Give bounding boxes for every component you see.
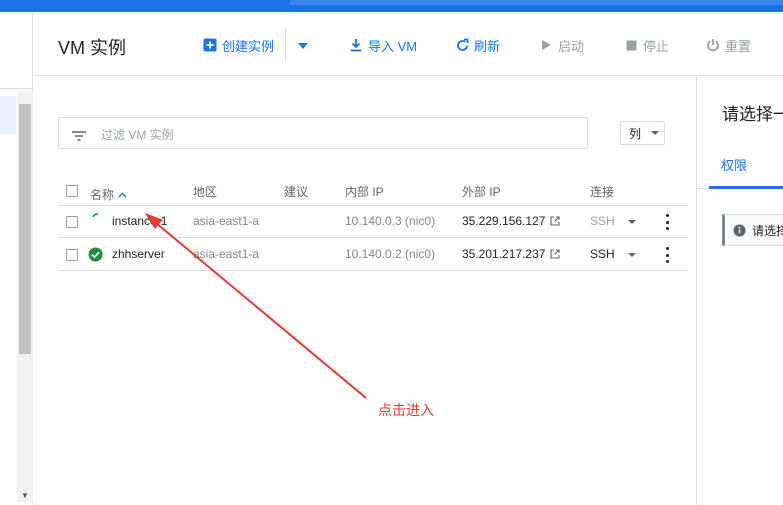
ssh-options-caret-down-icon[interactable] (628, 220, 636, 224)
caret-down-icon (297, 38, 309, 53)
page-header: VM 实例 创建实例 导入 VM 刷新 启动 停止 重置 (34, 12, 783, 76)
instance-external-ip-value: 35.229.156.127 (462, 214, 546, 228)
status-starting-icon (90, 211, 104, 230)
add-box-icon (202, 37, 218, 53)
info-message-text: 请选择 (752, 223, 783, 238)
instance-external-ip[interactable]: 35.201.217.237 (462, 247, 560, 261)
instances-list: 过滤 VM 实例 列 名称 地区 建议 内部 IP 外部 IP 连接 insta… (34, 77, 696, 505)
caret-down-icon (651, 131, 660, 135)
status-running-icon (88, 247, 103, 267)
more-vert-icon[interactable] (666, 247, 670, 263)
info-panel: 请选择一 权限 请选择 (696, 77, 783, 505)
ssh-options-caret-down-icon[interactable] (628, 253, 636, 257)
stop-label: 停止 (643, 38, 670, 54)
start-label: 启动 (558, 38, 585, 54)
annotation-label: 点击进入 (378, 402, 434, 418)
stop-icon (623, 37, 639, 53)
info-message: 请选择 (722, 214, 783, 246)
import-vm-label: 导入 VM (368, 38, 418, 54)
sort-up-icon (118, 192, 127, 198)
create-instance-button[interactable]: 创建实例 (202, 35, 274, 55)
reset-button[interactable]: 重置 (705, 35, 751, 55)
left-nav-scrollbar[interactable]: ▼ (17, 92, 33, 502)
columns-label: 列 (629, 126, 642, 141)
table-row[interactable]: instance-1 asia-east1-a 10.140.0.3 (nic0… (58, 206, 688, 238)
table-row[interactable]: zhhserver asia-east1-a 10.140.0.2 (nic0)… (58, 239, 688, 271)
ssh-button[interactable]: SSH (590, 247, 615, 261)
more-vert-icon[interactable] (666, 214, 670, 230)
power-icon (705, 37, 721, 53)
left-nav-panel: ▼ (0, 12, 33, 505)
instance-internal-ip: 10.140.0.3 (nic0) (345, 214, 436, 228)
instance-external-ip[interactable]: 35.229.156.127 (462, 214, 560, 228)
row-checkbox[interactable] (66, 216, 78, 228)
column-header-name-label: 名称 (90, 188, 115, 202)
left-nav-selected-item[interactable] (0, 96, 16, 134)
info-icon (733, 224, 746, 237)
reset-label: 重置 (725, 38, 752, 54)
filter-list-icon (72, 128, 86, 146)
instance-name-link[interactable]: instance-1 (112, 214, 167, 228)
tab-active-indicator (709, 186, 783, 189)
import-vm-button[interactable]: 导入 VM (348, 35, 417, 55)
stop-button[interactable]: 停止 (623, 35, 669, 55)
scrollbar-thumb[interactable] (19, 104, 31, 354)
info-panel-title: 请选择一 (722, 105, 783, 124)
instance-external-ip-value: 35.201.217.237 (462, 247, 546, 261)
open-in-new-icon[interactable] (550, 249, 560, 259)
create-instance-label: 创建实例 (222, 38, 275, 54)
refresh-icon (454, 37, 470, 53)
page-title: VM 实例 (58, 38, 127, 58)
ssh-button[interactable]: SSH (590, 214, 615, 228)
instance-zone: asia-east1-a (193, 214, 260, 228)
open-in-new-icon[interactable] (550, 216, 560, 226)
filter-input[interactable]: 过滤 VM 实例 (58, 117, 588, 149)
row-checkbox[interactable] (66, 249, 78, 261)
refresh-button[interactable]: 刷新 (454, 35, 500, 55)
start-button[interactable]: 启动 (538, 35, 584, 55)
toolbar-divider (285, 28, 286, 62)
play-icon (538, 37, 554, 53)
instance-name-link[interactable]: zhhserver (112, 247, 165, 261)
filter-placeholder: 过滤 VM 实例 (101, 128, 174, 142)
create-options-dropdown[interactable] (297, 35, 309, 55)
top-app-bar (0, 0, 783, 12)
download-icon (348, 37, 364, 53)
select-all-checkbox[interactable] (66, 185, 78, 197)
columns-button[interactable]: 列 (620, 121, 665, 145)
search-bar[interactable] (290, 0, 783, 5)
refresh-label: 刷新 (474, 38, 501, 54)
left-nav-divider (0, 88, 33, 89)
instance-internal-ip: 10.140.0.2 (nic0) (345, 247, 436, 261)
instance-zone: asia-east1-a (193, 247, 260, 261)
tab-permissions[interactable]: 权限 (721, 155, 747, 174)
scroll-down-arrow-icon[interactable]: ▼ (21, 491, 29, 500)
